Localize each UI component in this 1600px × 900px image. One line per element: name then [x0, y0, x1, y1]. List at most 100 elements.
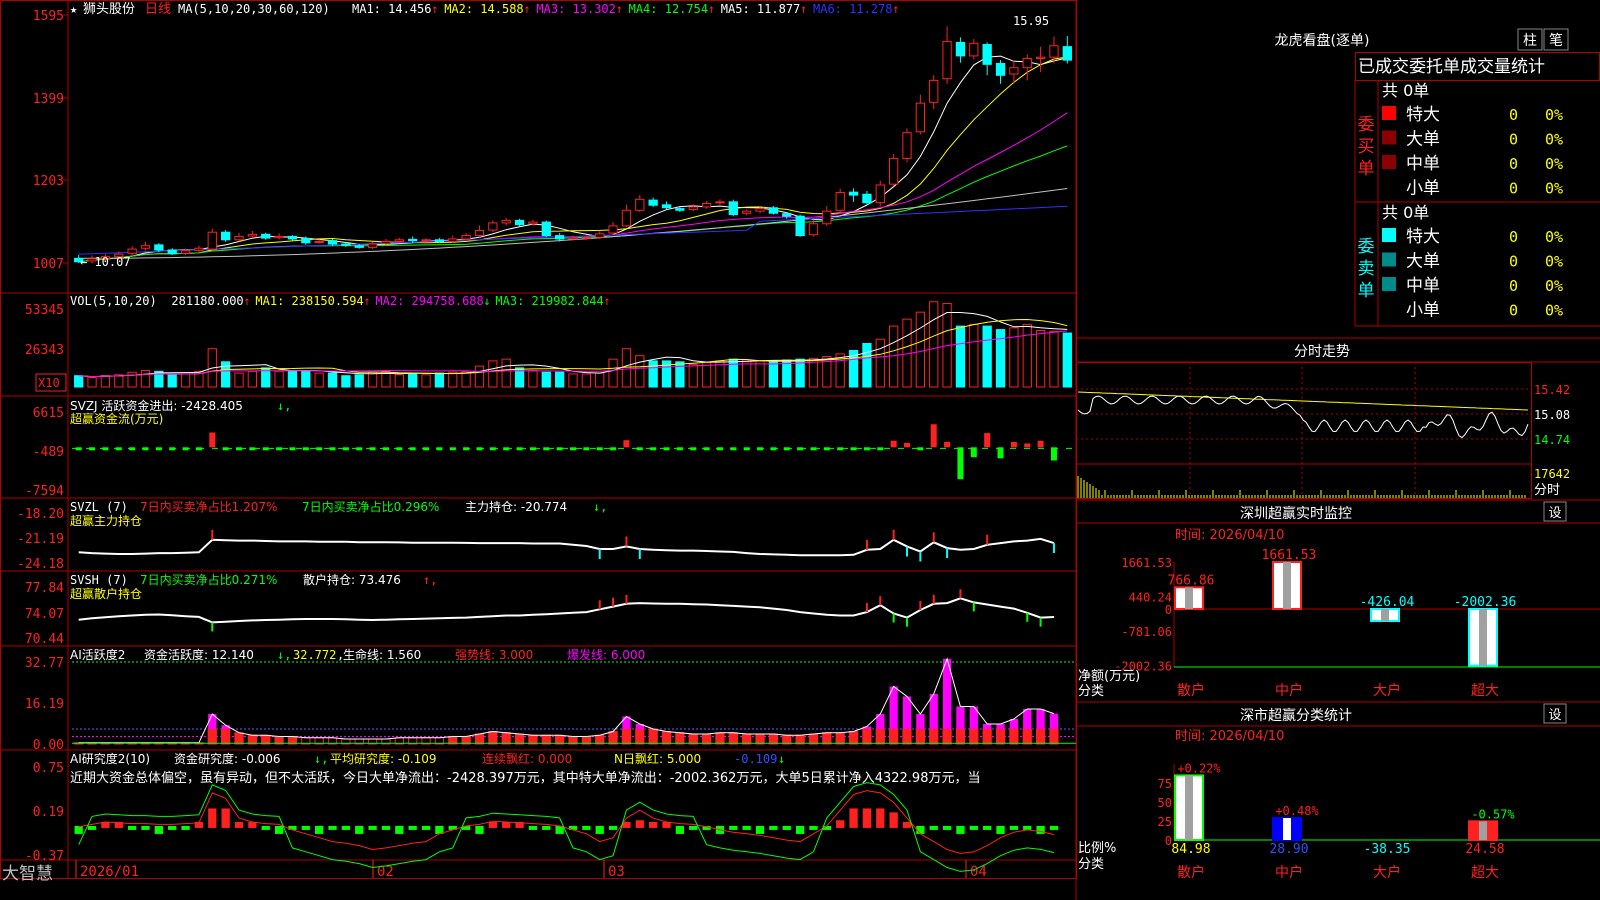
research-neg-bar[interactable] — [127, 825, 137, 830]
research-pos-bar[interactable] — [862, 808, 872, 828]
volume-bar[interactable] — [140, 369, 151, 388]
research-neg-bar[interactable] — [956, 825, 965, 834]
activity-bar[interactable] — [808, 733, 819, 745]
volume-bar[interactable] — [114, 374, 124, 388]
candle-up[interactable] — [942, 41, 952, 80]
activity-bar[interactable] — [915, 728, 926, 745]
research-neg-bar[interactable] — [782, 825, 791, 830]
outflow-bar[interactable] — [476, 447, 483, 451]
research-pos-bar[interactable] — [889, 812, 898, 828]
candle-up[interactable] — [474, 230, 485, 237]
activity-burst-bar[interactable] — [916, 713, 925, 729]
candle-up[interactable] — [608, 225, 618, 234]
candle-up[interactable] — [902, 132, 912, 159]
volume-bar[interactable] — [448, 371, 458, 388]
candle-up[interactable] — [528, 221, 538, 225]
research-neg-bar[interactable] — [141, 825, 150, 830]
activity-bar[interactable] — [261, 734, 271, 745]
candle-up[interactable] — [822, 210, 832, 225]
activity-bar[interactable] — [1049, 728, 1059, 745]
research-neg-bar[interactable] — [341, 825, 351, 830]
activity-bar[interactable] — [1035, 728, 1046, 745]
volume-bar[interactable] — [982, 325, 992, 388]
candle-down[interactable] — [795, 215, 805, 237]
outflow-bar[interactable] — [436, 447, 443, 451]
outflow-bar[interactable] — [703, 447, 710, 451]
activity-bar[interactable] — [247, 734, 258, 745]
candle-up[interactable] — [635, 198, 645, 211]
volume-bar[interactable] — [87, 376, 97, 388]
volume-bar[interactable] — [528, 369, 538, 388]
candle-down[interactable] — [995, 63, 1006, 76]
candle-up[interactable] — [448, 238, 458, 242]
research-neg-bar[interactable] — [154, 825, 163, 834]
activity-burst-bar[interactable] — [1049, 713, 1059, 729]
candle-down[interactable] — [341, 243, 351, 246]
outflow-bar[interactable] — [89, 447, 96, 451]
activity-bar[interactable] — [902, 728, 912, 745]
volume-bar[interactable] — [635, 355, 645, 388]
candle-up[interactable] — [381, 240, 391, 245]
research-neg-bar[interactable] — [395, 825, 404, 834]
candle-down[interactable] — [287, 235, 298, 240]
candle-up[interactable] — [394, 239, 404, 242]
activity-burst-bar[interactable] — [902, 696, 912, 729]
candle-up[interactable] — [207, 231, 217, 250]
research-neg-bar[interactable] — [929, 825, 938, 830]
outflow-bar[interactable] — [369, 447, 376, 451]
research-neg-bar[interactable] — [755, 825, 765, 834]
outflow-bar[interactable] — [783, 447, 790, 451]
candle-down[interactable] — [955, 41, 966, 57]
outflow-bar[interactable] — [676, 447, 683, 451]
volume-bar[interactable] — [1022, 323, 1032, 388]
activity-bar[interactable] — [888, 728, 899, 745]
candle-down[interactable] — [862, 193, 872, 204]
research-pos-bar[interactable] — [502, 821, 511, 828]
candle-down[interactable] — [782, 213, 792, 217]
volume-bar[interactable] — [862, 343, 872, 388]
research-neg-bar[interactable] — [181, 825, 190, 830]
outflow-bar[interactable] — [316, 447, 323, 451]
activity-bar[interactable] — [528, 734, 538, 745]
volume-bar[interactable] — [287, 369, 298, 388]
candle-up[interactable] — [929, 79, 939, 103]
research-neg-bar[interactable] — [288, 825, 297, 830]
candle-down[interactable] — [261, 233, 271, 239]
candle-up[interactable] — [568, 237, 578, 240]
candle-up[interactable] — [875, 184, 885, 204]
candle-up[interactable] — [461, 235, 471, 240]
outflow-bar[interactable] — [757, 447, 764, 451]
candle-down[interactable] — [541, 221, 551, 237]
outflow-bar[interactable] — [1050, 447, 1057, 461]
candle-down[interactable] — [167, 249, 177, 255]
outflow-bar[interactable] — [489, 447, 496, 451]
candle-up[interactable] — [127, 248, 137, 254]
outflow-bar[interactable] — [155, 447, 162, 451]
outflow-bar[interactable] — [650, 447, 657, 451]
research-neg-bar[interactable] — [809, 825, 818, 830]
activity-bar[interactable] — [220, 728, 231, 745]
activity-bar[interactable] — [701, 733, 712, 745]
candle-down[interactable] — [1062, 46, 1072, 61]
candle-up[interactable] — [1049, 45, 1059, 58]
candle-down[interactable] — [675, 208, 685, 211]
research-neg-bar[interactable] — [769, 825, 778, 830]
activity-bar[interactable] — [554, 734, 565, 745]
candle-up[interactable] — [180, 250, 191, 254]
activity-bar[interactable] — [635, 728, 645, 745]
candle-up[interactable] — [835, 192, 845, 211]
activity-bar[interactable] — [501, 732, 511, 745]
candle-up[interactable] — [688, 206, 698, 210]
volume-chart[interactable]: 5334526343X10VOL(5,10,20) 281180.000 ↑ MA1:… — [25, 294, 1072, 392]
volume-bar[interactable] — [1062, 332, 1072, 388]
candle-down[interactable] — [514, 219, 525, 226]
volume-bar[interactable] — [474, 365, 485, 388]
research-neg-bar[interactable] — [368, 825, 377, 830]
volume-bar[interactable] — [541, 371, 551, 388]
candle-down[interactable] — [327, 240, 338, 245]
research-neg-bar[interactable] — [1009, 825, 1019, 830]
volume-bar[interactable] — [434, 372, 445, 388]
activity-bar[interactable] — [595, 734, 605, 745]
period-label[interactable]: 日线 — [145, 2, 171, 17]
outflow-bar[interactable] — [797, 447, 804, 451]
